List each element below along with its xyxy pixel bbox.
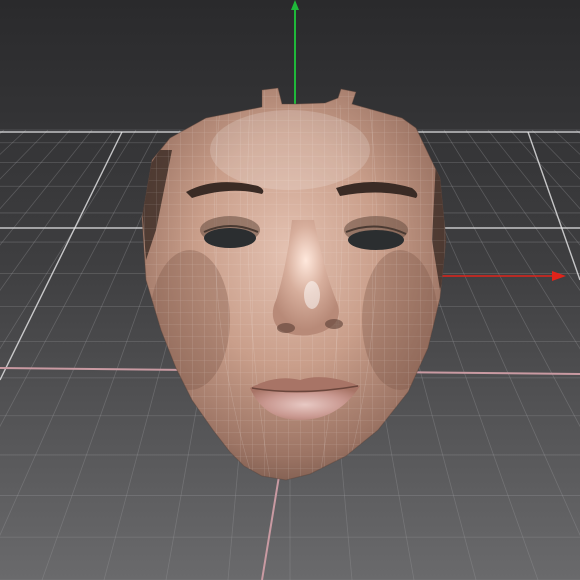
3d-viewport[interactable] [0, 0, 580, 580]
right-eye [344, 216, 408, 250]
viewport-canvas[interactable] [0, 0, 580, 580]
left-eye [200, 216, 260, 248]
